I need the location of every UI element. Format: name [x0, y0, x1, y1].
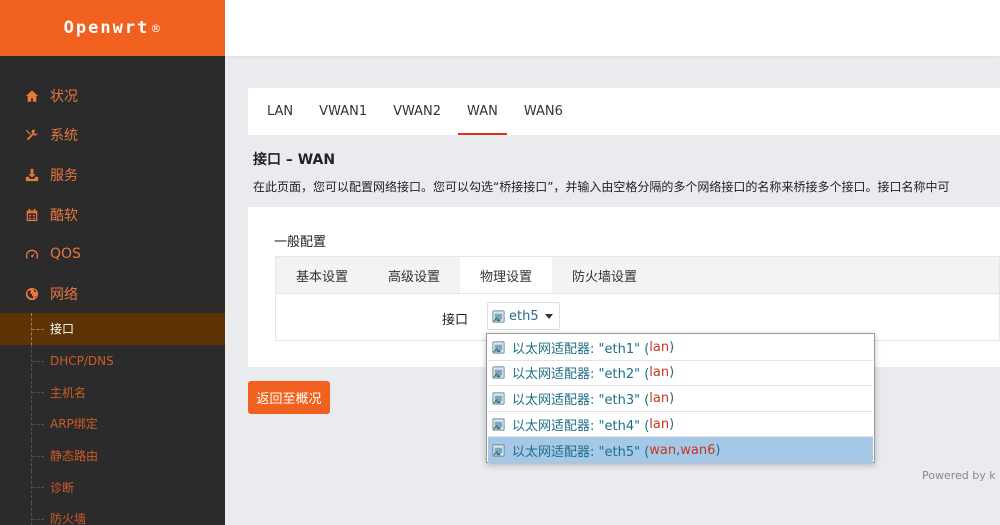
chevron-down-icon	[544, 313, 553, 319]
sidebar: Openwrt® 状况 系统 服务 酷软 QOS 网络 接口 DHCP/DNS	[0, 0, 225, 525]
tab-physical-settings[interactable]: 物理设置	[460, 257, 553, 293]
sidebar-subitem-label: DHCP/DNS	[50, 353, 114, 368]
sidebar-subitem-label: 主机名	[50, 385, 87, 400]
sidebar-nav: 状况 系统 服务 酷软 QOS 网络	[0, 76, 225, 314]
tab-label: VWAN2	[393, 104, 442, 119]
interface-dropdown: 以太网适配器: "eth1" (lan) 以太网适配器: "eth2" (lan…	[486, 333, 875, 463]
ethernet-icon	[491, 391, 506, 406]
sidebar-subitem-static-routes[interactable]: 静态路由	[0, 439, 225, 472]
option-suffix: )	[669, 416, 675, 432]
sidebar-subitem-hostnames[interactable]: 主机名	[0, 376, 225, 408]
tab-label: 防火墙设置	[572, 269, 638, 285]
sidebar-subnav: 接口 DHCP/DNS 主机名 ARP绑定 静态路由 诊断 防火墙	[0, 313, 225, 525]
sidebar-item-qos[interactable]: QOS	[0, 234, 225, 274]
option-label: 以太网适配器: "eth5" (	[512, 444, 650, 460]
option-label: 以太网适配器: "eth2" (	[512, 367, 650, 383]
ethernet-icon	[491, 340, 506, 355]
sidebar-subitem-label: 诊断	[50, 480, 75, 495]
tab-advanced-settings[interactable]: 高级设置	[368, 257, 460, 293]
back-to-overview-button[interactable]: 返回至概况	[248, 381, 330, 414]
sidebar-item-software[interactable]: 酷软	[0, 195, 225, 235]
download-icon	[25, 168, 39, 182]
tab-vwan1[interactable]: VWAN1	[306, 88, 380, 135]
ethernet-icon	[491, 365, 506, 380]
dropdown-option-eth2[interactable]: 以太网适配器: "eth2" (lan)	[488, 360, 873, 387]
dropdown-option-eth5[interactable]: 以太网适配器: "eth5" (wan, wan6)	[488, 437, 873, 463]
sidebar-subitem-dhcp-dns[interactable]: DHCP/DNS	[0, 344, 225, 377]
tab-label: 高级设置	[388, 269, 441, 285]
page-title: 接口 – WAN	[253, 152, 336, 168]
tab-label: 物理设置	[480, 269, 533, 285]
tab-basic-settings[interactable]: 基本设置	[276, 257, 368, 293]
footer-credit: Powered by k	[922, 469, 996, 482]
dropdown-option-eth4[interactable]: 以太网适配器: "eth4" (lan)	[488, 411, 873, 438]
interface-select-value: eth5	[509, 308, 539, 324]
sidebar-item-label: QOS	[50, 246, 81, 263]
option-suffix: )	[669, 365, 675, 381]
sidebar-subitem-interfaces[interactable]: 接口	[0, 313, 225, 345]
option-network: lan	[649, 416, 670, 432]
ethernet-icon	[491, 443, 506, 458]
tab-label: 基本设置	[296, 269, 349, 285]
sidebar-item-label: 状况	[50, 88, 78, 105]
sidebar-item-label: 系统	[50, 128, 78, 145]
option-network: lan	[649, 365, 670, 381]
ethernet-icon	[491, 417, 506, 432]
option-label: 以太网适配器: "eth1" (	[512, 341, 650, 357]
tab-label: WAN	[467, 104, 498, 119]
sidebar-item-network[interactable]: 网络	[0, 274, 225, 314]
tab-lan[interactable]: LAN	[248, 88, 306, 135]
sidebar-subitem-label: 静态路由	[50, 449, 99, 464]
globe-icon	[25, 287, 39, 301]
top-header	[225, 0, 1000, 56]
tab-label: VWAN1	[319, 104, 368, 119]
option-network: wan	[649, 442, 677, 458]
tab-firewall-settings[interactable]: 防火墙设置	[552, 257, 657, 293]
interface-tabs: LAN VWAN1 VWAN2 WAN WAN6	[248, 88, 1000, 135]
dropdown-option-eth3[interactable]: 以太网适配器: "eth3" (lan)	[488, 386, 873, 412]
sidebar-subitem-firewall[interactable]: 防火墙	[0, 503, 225, 525]
sidebar-subitem-label: ARP绑定	[50, 417, 98, 432]
interface-select[interactable]: eth5	[487, 302, 560, 330]
sidebar-subitem-label: 接口	[50, 322, 75, 337]
panel-title: 一般配置	[274, 235, 327, 250]
sidebar-item-label: 网络	[50, 286, 78, 303]
tab-vwan2[interactable]: VWAN2	[380, 88, 454, 135]
option-label: 以太网适配器: "eth4" (	[512, 418, 650, 434]
home-icon	[25, 89, 39, 103]
calendar-icon	[25, 208, 39, 222]
config-tabs: 基本设置 高级设置 物理设置 防火墙设置	[275, 256, 1000, 294]
brand-name: Openwrt	[63, 18, 150, 38]
gauge-icon	[25, 247, 39, 261]
ethernet-icon	[491, 309, 506, 324]
sidebar-item-label: 服务	[50, 167, 78, 184]
option-network: wan6	[680, 442, 716, 458]
option-network: lan	[649, 339, 670, 355]
sidebar-item-label: 酷软	[50, 207, 78, 224]
tools-icon	[25, 128, 39, 142]
brand-registered-mark: ®	[150, 21, 162, 35]
sidebar-subitem-arp-binding[interactable]: ARP绑定	[0, 408, 225, 440]
option-suffix: )	[715, 442, 721, 458]
option-suffix: )	[669, 339, 675, 355]
option-network: lan	[649, 390, 670, 406]
tab-wan[interactable]: WAN	[454, 88, 511, 135]
sidebar-item-services[interactable]: 服务	[0, 155, 225, 195]
sidebar-item-status[interactable]: 状况	[0, 76, 225, 116]
sidebar-subitem-label: 防火墙	[50, 512, 87, 525]
sidebar-item-system[interactable]: 系统	[0, 116, 225, 156]
sidebar-subitem-diagnostics[interactable]: 诊断	[0, 471, 225, 503]
dropdown-option-eth1[interactable]: 以太网适配器: "eth1" (lan)	[488, 335, 873, 361]
option-suffix: )	[669, 390, 675, 406]
interface-field-label: 接口	[442, 313, 469, 328]
tab-label: LAN	[267, 104, 294, 119]
option-label: 以太网适配器: "eth3" (	[512, 392, 650, 408]
tab-wan6[interactable]: WAN6	[511, 88, 576, 135]
tab-label: WAN6	[523, 104, 563, 119]
page-description: 在此页面，您可以配置网络接口。您可以勾选“桥接接口”，并输入由空格分隔的多个网络…	[253, 180, 950, 194]
brand-logo[interactable]: Openwrt ®	[0, 0, 225, 56]
